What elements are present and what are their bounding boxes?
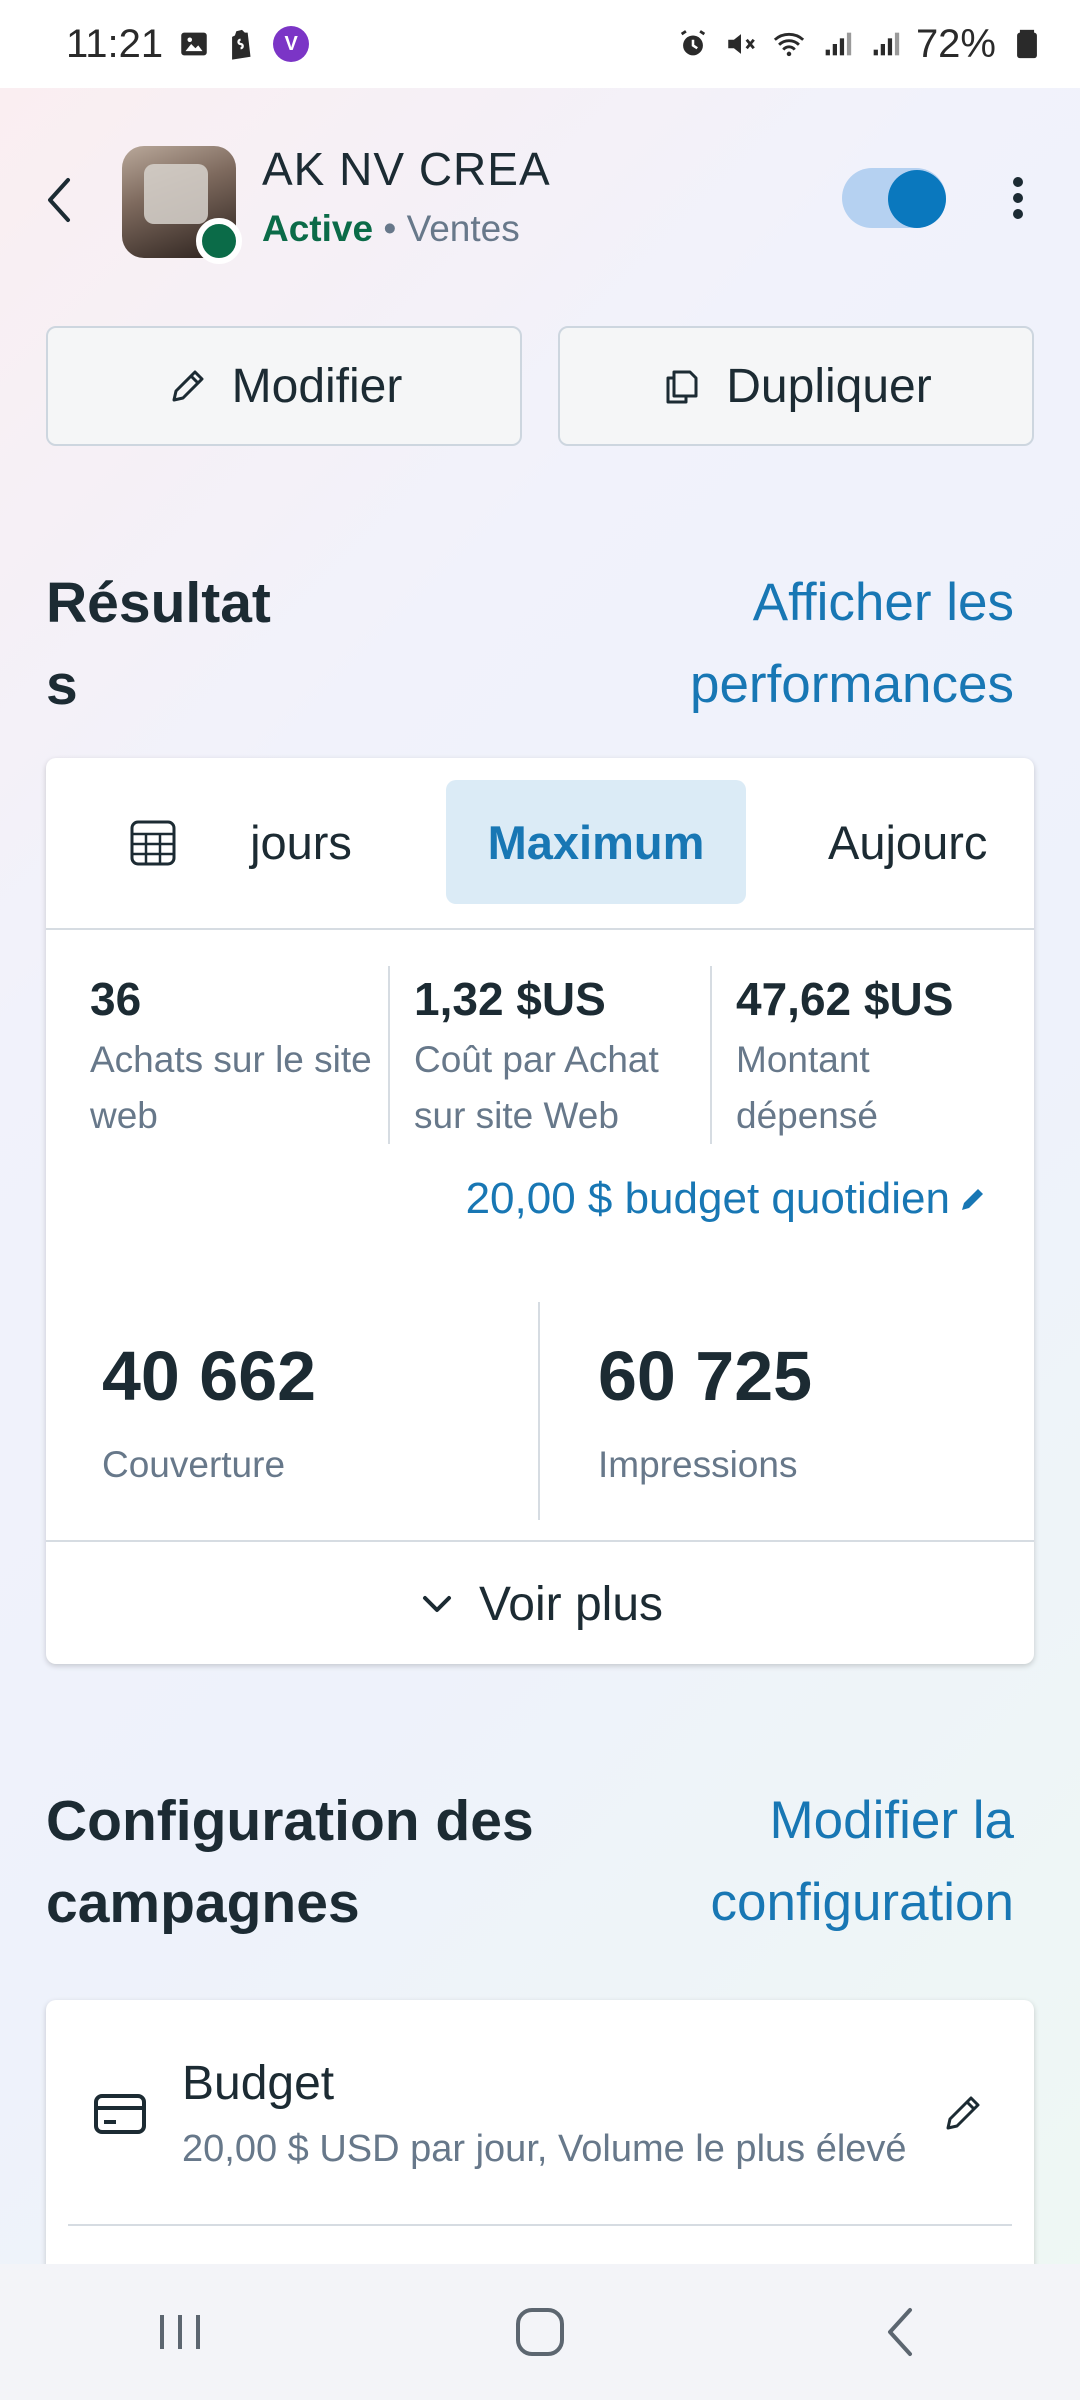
edit-budget-button[interactable] xyxy=(940,2088,988,2136)
calendar-grid-icon xyxy=(130,820,176,866)
status-bar-left: 11:21 V xyxy=(66,21,310,67)
status-bar: 11:21 V 72% xyxy=(0,0,1080,88)
metric-purchases: 36 Achats sur le site web xyxy=(90,972,372,1144)
more-vert-icon xyxy=(1013,177,1023,219)
config-title: Configuration des campagnes xyxy=(46,1780,534,1944)
back-button[interactable] xyxy=(38,170,78,230)
metric-reach: 40 662 Couverture xyxy=(102,1336,316,1486)
results-card: jours Maximum Aujourc 36 Achats sur le s… xyxy=(46,758,1034,1664)
edit-button-label: Modifier xyxy=(231,359,403,413)
daily-budget-label: 20,00 $ budget quotidien xyxy=(465,1174,950,1223)
view-performance-line2: performances xyxy=(689,655,1014,714)
status-bar-right: 72% xyxy=(676,22,1044,67)
home-button[interactable] xyxy=(480,2292,600,2372)
edit-configuration-line2: configuration xyxy=(710,1873,1014,1932)
results-title-line2: s xyxy=(46,653,78,717)
campaign-status: Active xyxy=(262,208,374,249)
results-title: Résultat s xyxy=(46,562,271,726)
active-status-dot xyxy=(196,218,242,264)
metric-value: 1,32 $US xyxy=(414,973,606,1025)
tab-maximum[interactable]: Maximum xyxy=(446,780,746,904)
metric-label-line1: Achats sur le site xyxy=(90,1039,372,1080)
config-title-line1: Configuration des xyxy=(46,1789,534,1853)
budget-row-title: Budget xyxy=(182,2057,335,2110)
back-arrow-icon xyxy=(888,2308,912,2356)
metric-amount-spent: 47,62 $US Montant dépensé xyxy=(736,972,953,1144)
duplicate-button-label: Dupliquer xyxy=(726,359,932,413)
wifi-icon xyxy=(772,27,806,61)
metric-cost-per-purchase: 1,32 $US Coût par Achat sur site Web xyxy=(414,972,659,1144)
toggle-knob xyxy=(888,170,946,228)
home-icon xyxy=(516,2308,564,2356)
metric-divider xyxy=(710,966,712,1144)
tab-days[interactable]: jours xyxy=(236,780,366,904)
see-more-button[interactable]: Voir plus xyxy=(46,1540,1034,1664)
chevron-down-icon xyxy=(422,1596,451,1612)
metric-label-line1: Montant xyxy=(736,1039,870,1080)
reach-value: 40 662 xyxy=(102,1337,317,1415)
metric-label: Montant dépensé xyxy=(736,1032,953,1144)
metric-divider xyxy=(538,1302,540,1520)
metric-label-line2: sur site Web xyxy=(414,1095,619,1136)
clock: 11:21 xyxy=(66,21,164,66)
signal-2-icon xyxy=(868,27,902,61)
battery-icon xyxy=(1010,27,1044,61)
edit-configuration-link[interactable]: Modifier la configuration xyxy=(711,1780,1014,1944)
metric-label: Achats sur le site web xyxy=(90,1032,372,1144)
reach-label: Couverture xyxy=(102,1444,286,1485)
metric-label-line2: dépensé xyxy=(736,1095,878,1136)
campaign-objective: Ventes xyxy=(406,208,520,249)
metric-label-line2: web xyxy=(90,1095,158,1136)
battery-percent: 72% xyxy=(915,21,996,66)
more-options-button[interactable] xyxy=(1000,168,1036,228)
metric-label: Coût par Achat sur site Web xyxy=(414,1032,659,1144)
config-title-line2: campagnes xyxy=(46,1871,360,1935)
mute-icon xyxy=(724,27,758,61)
campaign-header: AK NV CREA Active • Ventes xyxy=(0,130,1080,264)
pencil-icon xyxy=(962,1189,983,1210)
view-performance-line1: Afficher les xyxy=(752,573,1014,632)
view-performance-link[interactable]: Afficher les performances xyxy=(690,562,1014,726)
alarm-icon xyxy=(676,27,710,61)
shopify-notification-icon xyxy=(225,27,259,61)
pencil-icon xyxy=(946,2096,980,2130)
system-back-button[interactable] xyxy=(840,2292,960,2372)
viber-notification-icon: V xyxy=(273,26,310,62)
daily-budget-link[interactable]: 20,00 $ budget quotidien xyxy=(466,1174,988,1224)
campaign-toggle[interactable] xyxy=(842,168,946,228)
see-more-label: Voir plus xyxy=(478,1577,664,1631)
date-range-tabs: jours Maximum Aujourc xyxy=(46,758,1034,930)
credit-card-icon xyxy=(92,2086,148,2142)
campaign-name: AK NV CREA xyxy=(262,143,551,195)
duplicate-button[interactable]: Dupliquer xyxy=(558,326,1034,446)
recents-icon xyxy=(160,2315,200,2349)
edit-configuration-line1: Modifier la xyxy=(769,1791,1014,1850)
budget-row-description: 20,00 $ USD par jour, Volume le plus éle… xyxy=(182,2128,907,2170)
impressions-value: 60 725 xyxy=(598,1337,813,1415)
subtitle-separator: • xyxy=(373,208,407,249)
impressions-label: Impressions xyxy=(598,1444,798,1485)
signal-1-icon xyxy=(820,27,854,61)
tab-today[interactable]: Aujourc xyxy=(828,780,1008,904)
results-title-line1: Résultat xyxy=(46,571,271,635)
metric-impressions: 60 725 Impressions xyxy=(598,1336,812,1486)
metric-divider xyxy=(388,966,390,1144)
date-picker-button[interactable] xyxy=(128,818,178,868)
row-divider xyxy=(68,2224,1012,2226)
recent-apps-button[interactable] xyxy=(120,2292,240,2372)
back-arrow-icon xyxy=(48,178,70,222)
metric-label-line1: Coût par Achat xyxy=(414,1039,659,1080)
copy-icon xyxy=(666,370,698,404)
campaign-subtitle: Active • Ventes xyxy=(262,208,520,250)
config-card: Budget 20,00 $ USD par jour, Volume le p… xyxy=(46,2000,1034,2300)
pencil-icon xyxy=(172,370,204,402)
gallery-notification-icon xyxy=(177,27,211,61)
metric-value: 36 xyxy=(90,973,142,1025)
metric-value: 47,62 $US xyxy=(736,973,954,1025)
edit-button[interactable]: Modifier xyxy=(46,326,522,446)
system-nav-bar xyxy=(0,2264,1080,2400)
